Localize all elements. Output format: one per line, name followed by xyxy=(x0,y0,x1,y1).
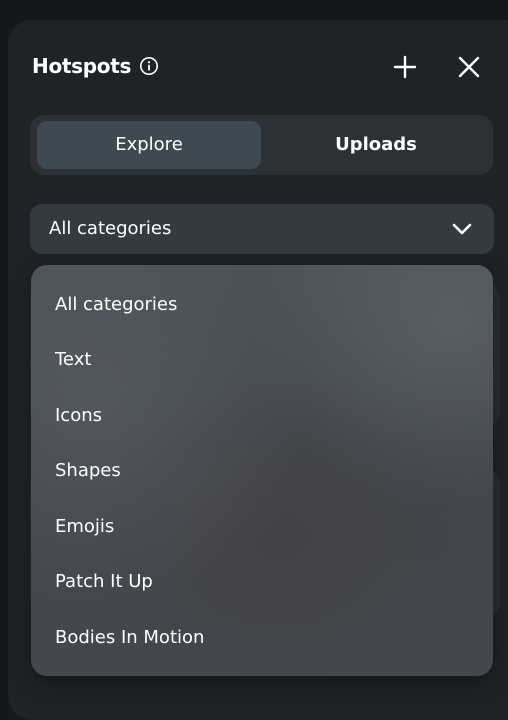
close-icon[interactable] xyxy=(457,55,481,79)
category-select[interactable]: All categories xyxy=(30,204,494,254)
dropdown-option-emojis[interactable]: Emojis xyxy=(55,507,114,547)
chevron-down-icon xyxy=(452,223,472,235)
dropdown-option-text[interactable]: Text xyxy=(55,340,91,380)
info-icon[interactable] xyxy=(139,56,159,76)
dropdown-option-patch-it-up[interactable]: Patch It Up xyxy=(55,562,153,602)
category-select-value: All categories xyxy=(49,218,172,239)
category-dropdown-menu: All categories Text Icons Shapes Emojis … xyxy=(31,265,493,676)
dropdown-option-bodies-in-motion[interactable]: Bodies In Motion xyxy=(55,618,204,658)
dropdown-option-all-categories[interactable]: All categories xyxy=(55,285,177,325)
dropdown-option-icons[interactable]: Icons xyxy=(55,396,102,436)
add-icon[interactable] xyxy=(393,55,417,79)
dropdown-option-shapes[interactable]: Shapes xyxy=(55,451,121,491)
panel-title: Hotspots xyxy=(32,54,132,78)
tab-uploads[interactable]: Uploads xyxy=(266,121,486,169)
panel-header: Hotspots xyxy=(8,20,508,120)
tab-explore[interactable]: Explore xyxy=(37,121,261,169)
tab-group: Explore Uploads xyxy=(30,115,493,175)
